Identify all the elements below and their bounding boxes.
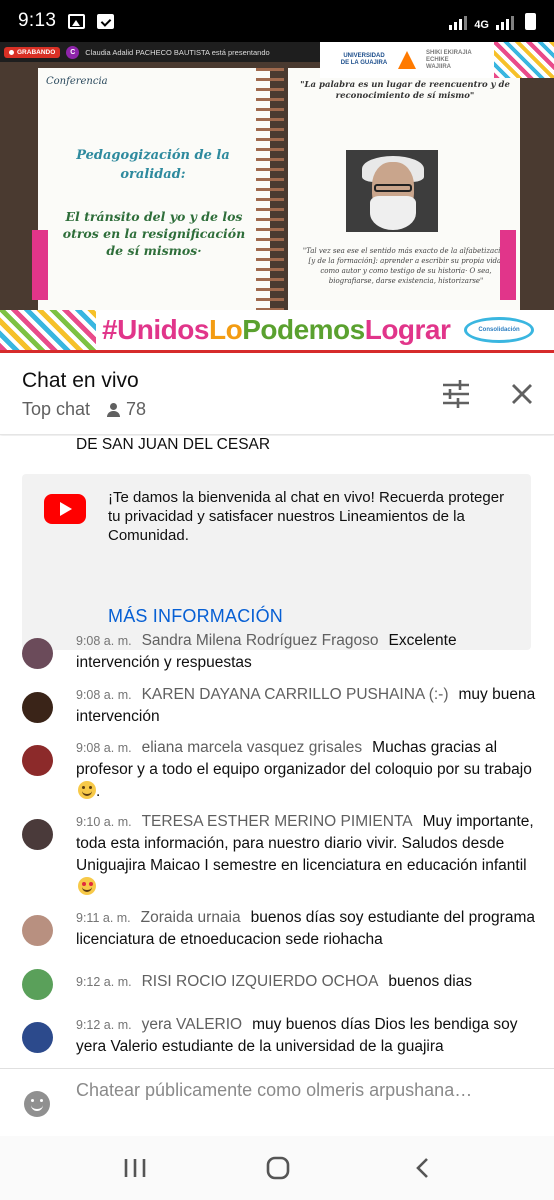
meeting-bar: GRABANDO C Claudia Adalid PACHECO BAUTIS… bbox=[0, 42, 320, 62]
notebook-binding bbox=[256, 68, 284, 310]
avatar[interactable] bbox=[22, 819, 53, 850]
chat-header: Chat en vivo Top chat 78 bbox=[0, 353, 554, 435]
hashtag-text: #UnidosLoPodemosLograr bbox=[102, 314, 451, 345]
video-player[interactable]: Conferencia Pedagogización de la oralida… bbox=[0, 42, 554, 350]
welcome-card: ¡Te damos la bienvenida al chat en vivo!… bbox=[22, 474, 531, 650]
viewer-count: 78 bbox=[126, 399, 147, 419]
slide-tab-left bbox=[32, 230, 48, 300]
battery-icon bbox=[525, 12, 536, 30]
signal-icon-1 bbox=[449, 14, 468, 30]
more-info-link[interactable]: MÁS INFORMACIÓN bbox=[108, 606, 283, 627]
decorative-pattern bbox=[0, 310, 96, 350]
university-motto: SHIKI EKIRAJIA ECHIKE WAJIIRA bbox=[426, 49, 472, 70]
avatar[interactable] bbox=[22, 915, 53, 946]
university-banner: UNIVERSIDAD DE LA GUAJIRA SHIKI EKIRAJIA… bbox=[320, 42, 554, 78]
chat-mode-label[interactable]: Top chat bbox=[22, 399, 90, 420]
presenter-notice: Claudia Adalid PACHECO BAUTISTA está pre… bbox=[85, 47, 270, 57]
chat-input-bar: Chatear públicamente como olmeris arpush… bbox=[0, 1068, 554, 1136]
avatar[interactable] bbox=[22, 692, 53, 723]
slide-subtitle: El tránsito del yo y de los otros en la … bbox=[62, 209, 246, 258]
slightly-smiling-face-icon bbox=[78, 781, 96, 799]
avatar[interactable] bbox=[22, 969, 53, 1000]
gallery-notification-icon bbox=[68, 13, 86, 29]
chat-title: Chat en vivo bbox=[22, 369, 139, 392]
slide-right-page: "La palabra es un lugar de reencuentro y… bbox=[288, 68, 520, 310]
slide-tab-right bbox=[500, 230, 516, 300]
person-icon bbox=[106, 402, 122, 418]
message-text: buenos dias bbox=[388, 973, 473, 990]
home-icon[interactable] bbox=[263, 1154, 293, 1182]
youtube-logo-icon bbox=[44, 494, 86, 524]
slide-quote-body: "Tal vez sea ese el sentido más exacto d… bbox=[302, 247, 510, 285]
previous-message-fragment: DE SAN JUAN DEL CESAR bbox=[76, 436, 271, 453]
message-author[interactable]: Sandra Milena Rodríguez Fragoso bbox=[142, 632, 379, 649]
avatar[interactable] bbox=[22, 638, 53, 669]
filter-settings-icon[interactable] bbox=[438, 379, 474, 409]
decorative-pattern bbox=[494, 42, 554, 78]
message-author[interactable]: RISI ROCIO IZQUIERDO OCHOA bbox=[142, 973, 379, 990]
status-bar: 9:13 4G bbox=[0, 0, 554, 42]
avatar[interactable] bbox=[22, 745, 53, 776]
network-type: 4G bbox=[474, 18, 489, 31]
android-nav-bar bbox=[0, 1136, 554, 1200]
signal-icon-2 bbox=[496, 14, 514, 30]
slide-title: Pedagogización de la oralidad: bbox=[76, 148, 230, 182]
slide-left-page: Conferencia Pedagogización de la oralida… bbox=[38, 68, 270, 310]
welcome-message: ¡Te damos la bienvenida al chat en vivo!… bbox=[108, 489, 505, 544]
message-author[interactable]: Zoraida urnaia bbox=[141, 909, 241, 926]
checkbox-notification-icon bbox=[97, 13, 115, 29]
message-author[interactable]: TERESA ESTHER MERINO PIMIENTA bbox=[142, 813, 413, 830]
slide-label: Conferencia bbox=[46, 76, 108, 87]
chat-mode-selector[interactable]: Top chat 78 bbox=[22, 399, 146, 420]
consolidation-seal: Consolidación bbox=[464, 317, 534, 343]
message-time: 9:08 a. m. bbox=[76, 688, 132, 702]
message-time: 9:10 a. m. bbox=[76, 815, 132, 829]
message-time: 9:12 a. m. bbox=[76, 975, 132, 989]
presenter-avatar: C bbox=[66, 45, 80, 59]
recent-apps-icon[interactable] bbox=[120, 1154, 150, 1182]
author-photo bbox=[346, 150, 438, 232]
message-time: 9:08 a. m. bbox=[76, 634, 132, 648]
message-time: 9:11 a. m. bbox=[76, 911, 131, 925]
emoji-picker-icon[interactable] bbox=[24, 1091, 50, 1117]
status-time: 9:13 bbox=[18, 10, 57, 31]
message-time: 9:12 a. m. bbox=[76, 1018, 132, 1032]
hashtag-banner: #UnidosLoPodemosLograr Consolidación bbox=[0, 310, 554, 350]
message-author[interactable]: eliana marcela vasquez grisales bbox=[142, 739, 363, 756]
avatar[interactable] bbox=[22, 1022, 53, 1053]
chat-messages-list[interactable]: DE SAN JUAN DEL CESAR ¡Te damos la bienv… bbox=[0, 436, 554, 1068]
chat-input[interactable]: Chatear públicamente como olmeris arpush… bbox=[76, 1079, 476, 1102]
message-author[interactable]: KAREN DAYANA CARRILLO PUSHAINA (:-) bbox=[142, 686, 449, 703]
university-name: UNIVERSIDAD DE LA GUAJIRA bbox=[340, 53, 388, 66]
university-logo bbox=[398, 51, 416, 69]
heart-eyes-icon bbox=[78, 877, 96, 895]
slide-quote-top: "La palabra es un lugar de reencuentro y… bbox=[300, 80, 510, 101]
back-icon[interactable] bbox=[408, 1154, 438, 1182]
close-icon[interactable] bbox=[505, 377, 539, 411]
message-time: 9:08 a. m. bbox=[76, 741, 132, 755]
recording-badge: GRABANDO bbox=[4, 46, 61, 58]
message-author[interactable]: yera VALERIO bbox=[142, 1016, 243, 1033]
